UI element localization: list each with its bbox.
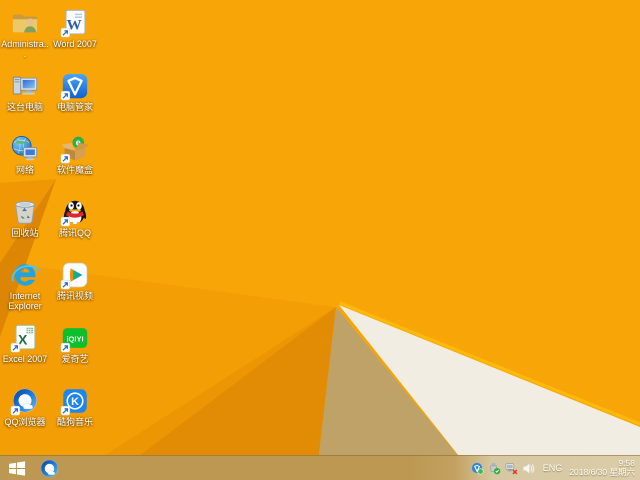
system-tray: ENG 9:58 2018/6/30 星期六	[471, 457, 640, 478]
desktop-icon-tencent-video[interactable]: 腾讯视频	[51, 260, 99, 301]
svg-text:iQIYI: iQIYI	[66, 334, 83, 343]
desktop-icon-iqiyi[interactable]: iQIYI 爱奇艺	[51, 323, 99, 364]
desktop-icon-this-pc[interactable]: 这台电脑	[1, 71, 49, 112]
shortcut-arrow-overlay	[60, 405, 71, 416]
desktop-icon-tencent-qq[interactable]: 腾讯QQ	[51, 197, 99, 238]
volume-icon[interactable]	[522, 462, 535, 475]
shortcut-arrow-overlay	[60, 342, 71, 353]
play-button-icon	[60, 262, 88, 290]
network-disconnected-icon[interactable]	[505, 462, 518, 475]
taskbar: ENG 9:58 2018/6/30 星期六	[0, 455, 640, 480]
taskbar-pinned-qq-browser[interactable]	[34, 456, 64, 480]
shortcut-arrow-overlay	[10, 405, 21, 416]
desktop-icon-kugou-music[interactable]: K 酷狗音乐	[51, 386, 99, 427]
penguin-icon	[60, 200, 87, 227]
desktop-icon-label: 爱奇艺	[61, 354, 89, 364]
desktop-icon-label: 回收站	[11, 228, 39, 238]
user-folder-icon	[12, 14, 38, 33]
language-indicator[interactable]: ENG	[543, 463, 563, 473]
desktop-icon-network[interactable]: 网络	[1, 134, 49, 175]
shortcut-arrow-overlay	[60, 279, 71, 290]
desktop-icon-software-magic-box[interactable]: e 软件魔盒	[51, 134, 99, 175]
qq-browser-icon	[10, 388, 37, 416]
shortcut-arrow-overlay	[10, 342, 21, 353]
desktop-icon-label: 电脑管家	[56, 102, 93, 112]
windows-logo-icon	[8, 460, 25, 476]
shortcut-arrow-overlay	[60, 153, 71, 164]
desktop-icon-label: Administra...	[1, 39, 49, 59]
pc-manager-tray-icon[interactable]	[471, 462, 484, 475]
taskbar-clock[interactable]: 9:58 2018/6/30 星期六	[569, 457, 635, 478]
desktop-icon-label: Excel 2007	[2, 354, 48, 364]
qq-browser-icon	[40, 459, 58, 477]
desktop-icon-label: QQ浏览器	[4, 417, 46, 427]
shortcut-arrow-overlay	[60, 90, 71, 101]
shortcut-arrow-overlay	[60, 27, 71, 38]
kugou-k-icon: K	[60, 389, 87, 416]
clock-date: 2018/6/30 星期六	[569, 467, 635, 477]
iqiyi-icon: iQIYI	[60, 328, 88, 353]
start-button[interactable]	[0, 456, 34, 480]
word-icon: W	[60, 9, 86, 38]
desktop-icon-administrator-folder[interactable]: Administra...	[1, 8, 49, 59]
shortcut-arrow-overlay	[60, 216, 71, 227]
desktop-icon-qq-browser[interactable]: QQ浏览器	[1, 386, 49, 427]
desktop-icon-word-2007[interactable]: W Word 2007	[51, 8, 99, 49]
desktop-icon-label: Internet Explorer	[8, 291, 42, 311]
desktop-icon-excel-2007[interactable]: X Excel 2007	[1, 323, 49, 364]
desktop-icon-label: Word 2007	[53, 39, 97, 49]
desktop-icon-pc-manager[interactable]: 电脑管家	[51, 71, 99, 112]
excel-icon: X	[10, 324, 36, 353]
clock-time: 9:58	[618, 457, 635, 468]
open-box-icon: e	[60, 136, 89, 164]
computer-icon	[12, 76, 38, 95]
globe-monitor-icon	[11, 135, 38, 161]
desktop-icon-label: 酷狗音乐	[56, 417, 93, 427]
trash-bin-icon	[15, 201, 35, 224]
desktop-icon-label: 这台电脑	[6, 102, 43, 112]
shield-check-icon	[60, 73, 88, 101]
desktop-icon-label: 腾讯QQ	[58, 228, 91, 238]
safely-remove-hardware-icon[interactable]	[488, 462, 501, 475]
desktop-icon-internet-explorer[interactable]: Internet Explorer	[1, 260, 49, 311]
desktop-icon-label: 软件魔盒	[56, 165, 93, 175]
svg-text:K: K	[71, 396, 79, 408]
desktop-icon-recycle-bin[interactable]: 回收站	[1, 197, 49, 238]
desktop-icon-label: 腾讯视频	[56, 291, 93, 301]
desktop-icon-label: 网络	[15, 165, 34, 175]
desktop: Administra... W Word 2007 这台电脑 电脑管家 网络 e…	[0, 0, 640, 480]
ie-e-icon	[11, 264, 40, 286]
